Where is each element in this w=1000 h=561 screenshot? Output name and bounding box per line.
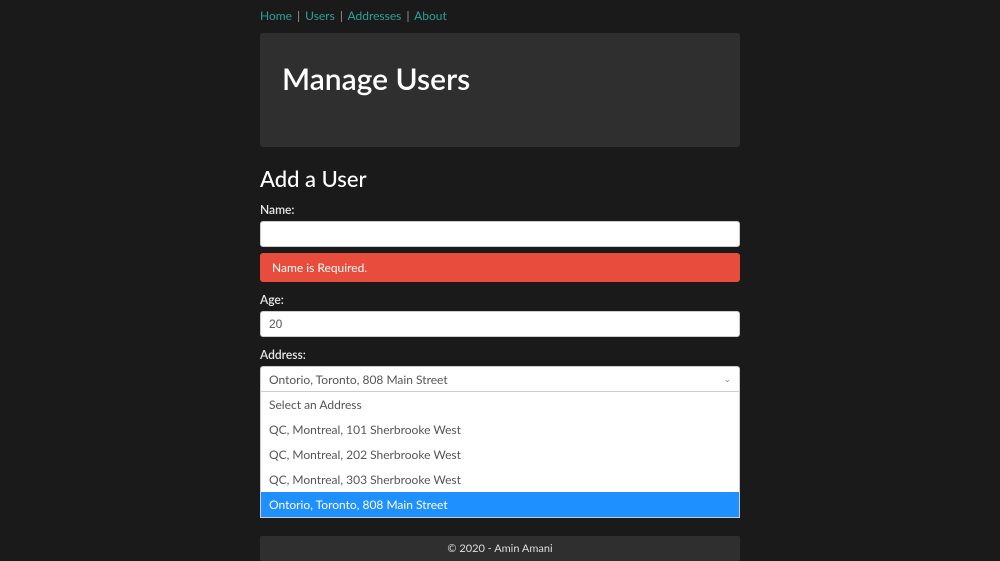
footer: © 2020 - Amin Amani	[260, 536, 740, 561]
nav-users[interactable]: Users	[305, 8, 335, 23]
name-error-alert: Name is Required.	[260, 253, 740, 282]
age-input[interactable]	[260, 311, 740, 337]
address-option[interactable]: QC, Montreal, 101 Sherbrooke West	[261, 417, 739, 442]
address-select[interactable]: Ontorio, Toronto, 808 Main Street ⌄	[260, 366, 740, 392]
chevron-down-icon: ⌄	[723, 373, 731, 385]
age-label: Age:	[260, 292, 740, 307]
address-option[interactable]: QC, Montreal, 202 Sherbrooke West	[261, 442, 739, 467]
nav-sep: |	[406, 8, 409, 23]
address-label: Address:	[260, 347, 740, 362]
name-label: Name:	[260, 202, 740, 217]
nav-sep: |	[340, 8, 343, 23]
top-nav: Home | Users | Addresses | About	[260, 0, 740, 29]
nav-addresses[interactable]: Addresses	[348, 8, 402, 23]
address-option[interactable]: QC, Montreal, 303 Sherbrooke West	[261, 467, 739, 492]
page-title: Manage Users	[282, 61, 718, 97]
page-header: Manage Users	[260, 33, 740, 147]
nav-sep: |	[297, 8, 300, 23]
address-dropdown: Select an AddressQC, Montreal, 101 Sherb…	[260, 392, 740, 518]
form-title: Add a User	[260, 165, 740, 192]
nav-about[interactable]: About	[414, 8, 447, 23]
nav-home[interactable]: Home	[260, 8, 292, 23]
address-selected-value: Ontorio, Toronto, 808 Main Street	[269, 372, 448, 387]
address-option[interactable]: Select an Address	[261, 392, 739, 417]
name-input[interactable]	[260, 221, 740, 247]
address-option[interactable]: Ontorio, Toronto, 808 Main Street	[261, 492, 739, 517]
